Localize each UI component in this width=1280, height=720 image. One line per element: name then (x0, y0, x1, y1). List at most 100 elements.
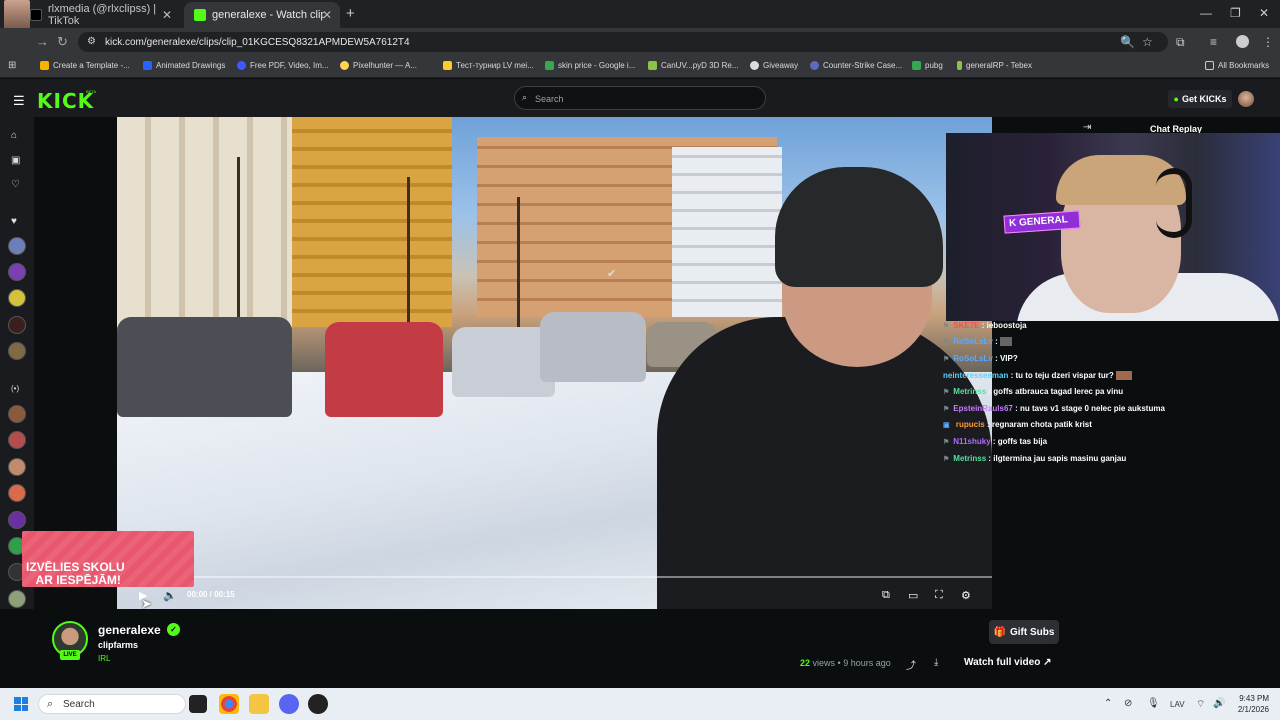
mic-icon[interactable]: 🎙 (1147, 698, 1160, 709)
share-icon[interactable]: ⤴ (906, 657, 916, 672)
settings-icon[interactable]: ⚙ (961, 589, 971, 602)
bookmark-item[interactable]: Animated Drawings (143, 61, 225, 70)
tab-title: generalexe - Watch clips on Kic (212, 9, 324, 21)
bookmark-item[interactable]: pubg (912, 61, 943, 70)
tray-chevron-icon[interactable]: ⌃ (1104, 698, 1112, 709)
streamer-webcam: K GENERAL (946, 133, 1280, 321)
ad-banner[interactable]: IZVĒLIES SKOLU AR IESPĒJĀM! (22, 531, 194, 587)
home-icon[interactable]: ⌂ (11, 130, 17, 141)
apps-icon[interactable]: ⊞ (8, 60, 16, 71)
hamburger-menu-icon[interactable]: ☰ (13, 93, 25, 109)
chrome-icon[interactable] (219, 694, 239, 714)
bookmark-item[interactable]: skin price - Google i... (545, 61, 635, 70)
discord-icon[interactable] (279, 694, 299, 714)
bookmark-item[interactable]: Counter-Strike Case... (810, 61, 902, 70)
zoom-icon[interactable]: 🔍 (1120, 35, 1135, 49)
volume-tray-icon[interactable]: 🔊 (1213, 698, 1225, 709)
emote-icon (999, 337, 1012, 347)
chat-message: ▣ rupucis : regnaram chota patik krist (943, 420, 1092, 429)
user-avatar[interactable] (1238, 91, 1254, 107)
task-view-icon[interactable] (189, 695, 207, 713)
close-window-icon[interactable]: ✕ (1259, 6, 1269, 20)
menu-icon[interactable]: ⋮ (1262, 35, 1274, 49)
reload-icon[interactable]: ↻ (57, 34, 68, 50)
channel-name[interactable]: generalexe (98, 623, 161, 637)
recommended-channel-avatar[interactable] (8, 458, 26, 476)
tab-title: rlxmedia (@rlxclipss) | TikTok (48, 3, 157, 27)
media-icon[interactable]: ≡ (1210, 35, 1217, 49)
followed-channel-avatar[interactable] (8, 289, 26, 307)
taskbar-clock[interactable]: 9:43 PM 2/1/2026 (1235, 693, 1269, 715)
close-tab-icon[interactable]: ✕ (322, 8, 332, 22)
headphones (1156, 168, 1192, 238)
gift-subs-button[interactable]: 🎁 Gift Subs (989, 620, 1059, 644)
wifi-icon[interactable]: ⌔ (1196, 698, 1205, 711)
url-text[interactable]: kick.com/generalexe/clips/clip_01KGCESQ8… (105, 37, 410, 48)
search-input[interactable]: ⌕ Search (514, 86, 766, 110)
close-tab-icon[interactable]: ✕ (162, 8, 172, 22)
app-icon[interactable] (308, 694, 328, 714)
all-bookmarks[interactable]: All Bookmarks (1205, 61, 1269, 70)
chat-message: ⚑ N11shuky : goffs tas bija (943, 437, 1048, 446)
forward-icon[interactable]: → (36, 34, 49, 49)
gift-icon: 🎁 (993, 626, 1006, 638)
minimize-icon[interactable]: — (1200, 6, 1212, 20)
volume-icon[interactable]: 🔈 (163, 589, 177, 602)
followed-channel-avatar[interactable] (8, 316, 26, 334)
recommended-channel-avatar[interactable] (8, 405, 26, 423)
video-player[interactable] (117, 117, 992, 609)
chat-message: ⚑ SKE7E : ieboostoja (943, 321, 1027, 330)
recommended-channel-avatar[interactable] (8, 484, 26, 502)
category-link[interactable]: IRL (98, 654, 110, 663)
language-indicator[interactable]: LAV (1170, 700, 1185, 709)
profile-icon[interactable] (1236, 35, 1249, 48)
new-tab-button[interactable]: + (346, 5, 355, 22)
extensions-icon[interactable]: ⧉ (1176, 35, 1185, 50)
recommended-channel-avatar[interactable] (8, 590, 26, 608)
ad-text: IZVĒLIES SKOLU AR IESPĒJĀM! (26, 560, 125, 587)
site-info-icon[interactable]: ⚙ (87, 36, 96, 47)
followed-channel-avatar[interactable] (8, 237, 26, 255)
bookmark-item[interactable]: Тест-турнир LV mei... (443, 61, 534, 70)
tab-tiktok[interactable]: rlxmedia (@rlxclipss) | TikTok ✕ (20, 2, 180, 28)
kicks-icon: ● (1173, 94, 1179, 104)
video-time: 00:00 / 00:15 (187, 590, 235, 599)
bookmark-item[interactable]: Create a Template -... (40, 61, 130, 70)
emote-icon (1115, 371, 1132, 381)
chat-message: ⚑ Metrinss : ilgtermina jau sapis masinu … (943, 454, 1127, 463)
file-explorer-icon[interactable] (249, 694, 269, 714)
network-icon[interactable]: ⊘ (1124, 698, 1132, 709)
watch-full-video-button[interactable]: Watch full video ↗ (964, 657, 1051, 668)
clip-title: clipfarms (98, 640, 139, 650)
recommended-channel-avatar[interactable] (8, 431, 26, 449)
fullscreen-icon[interactable]: ⛶ (935, 589, 943, 602)
following-icon[interactable]: ♡ (11, 179, 20, 190)
bookmark-item[interactable]: CanUV...pyD 3D Re... (648, 61, 739, 70)
bookmark-star-icon[interactable]: ☆ (1142, 35, 1153, 49)
maximize-icon[interactable]: ❐ (1230, 6, 1241, 20)
followed-channel-avatar[interactable] (8, 342, 26, 360)
browse-icon[interactable]: ▣ (11, 155, 20, 166)
download-icon[interactable]: ⤓ (934, 657, 938, 668)
pip-icon[interactable]: ⧉ (882, 589, 890, 602)
beta-badge: BETA (86, 89, 97, 94)
theater-mode-icon[interactable]: ▭ (908, 589, 918, 602)
verified-icon: ✓ (167, 623, 180, 636)
chat-message: ⚑ RoSoLsLv : VIP? (943, 354, 1018, 363)
video-progress-bar[interactable] (117, 576, 992, 578)
search-icon: ⌕ (47, 698, 54, 710)
bookmark-item[interactable]: Free PDF, Video, Im... (237, 61, 329, 70)
windows-start-icon[interactable] (14, 697, 28, 711)
chat-message: ⚑ Metrinss : goffs atbrauca tagad lerec p… (943, 387, 1124, 396)
collapse-chat-icon[interactable]: ⇥ (1083, 122, 1091, 133)
tab-kick[interactable]: generalexe - Watch clips on Kic ✕ (184, 2, 340, 28)
tiktok-icon (30, 9, 42, 21)
bookmark-item[interactable]: Giveaway (750, 61, 798, 70)
followed-channel-avatar[interactable] (8, 263, 26, 281)
bookmark-item[interactable]: generalRP - Tebex (957, 61, 1032, 70)
clip-info (0, 609, 1280, 688)
recommended-channel-avatar[interactable] (8, 511, 26, 529)
taskbar-search-input[interactable]: ⌕ Search (38, 694, 186, 714)
bookmark-item[interactable]: Pixelhunter — A... (340, 61, 417, 70)
get-kicks-button[interactable]: ● Get KICKs (1168, 90, 1232, 108)
